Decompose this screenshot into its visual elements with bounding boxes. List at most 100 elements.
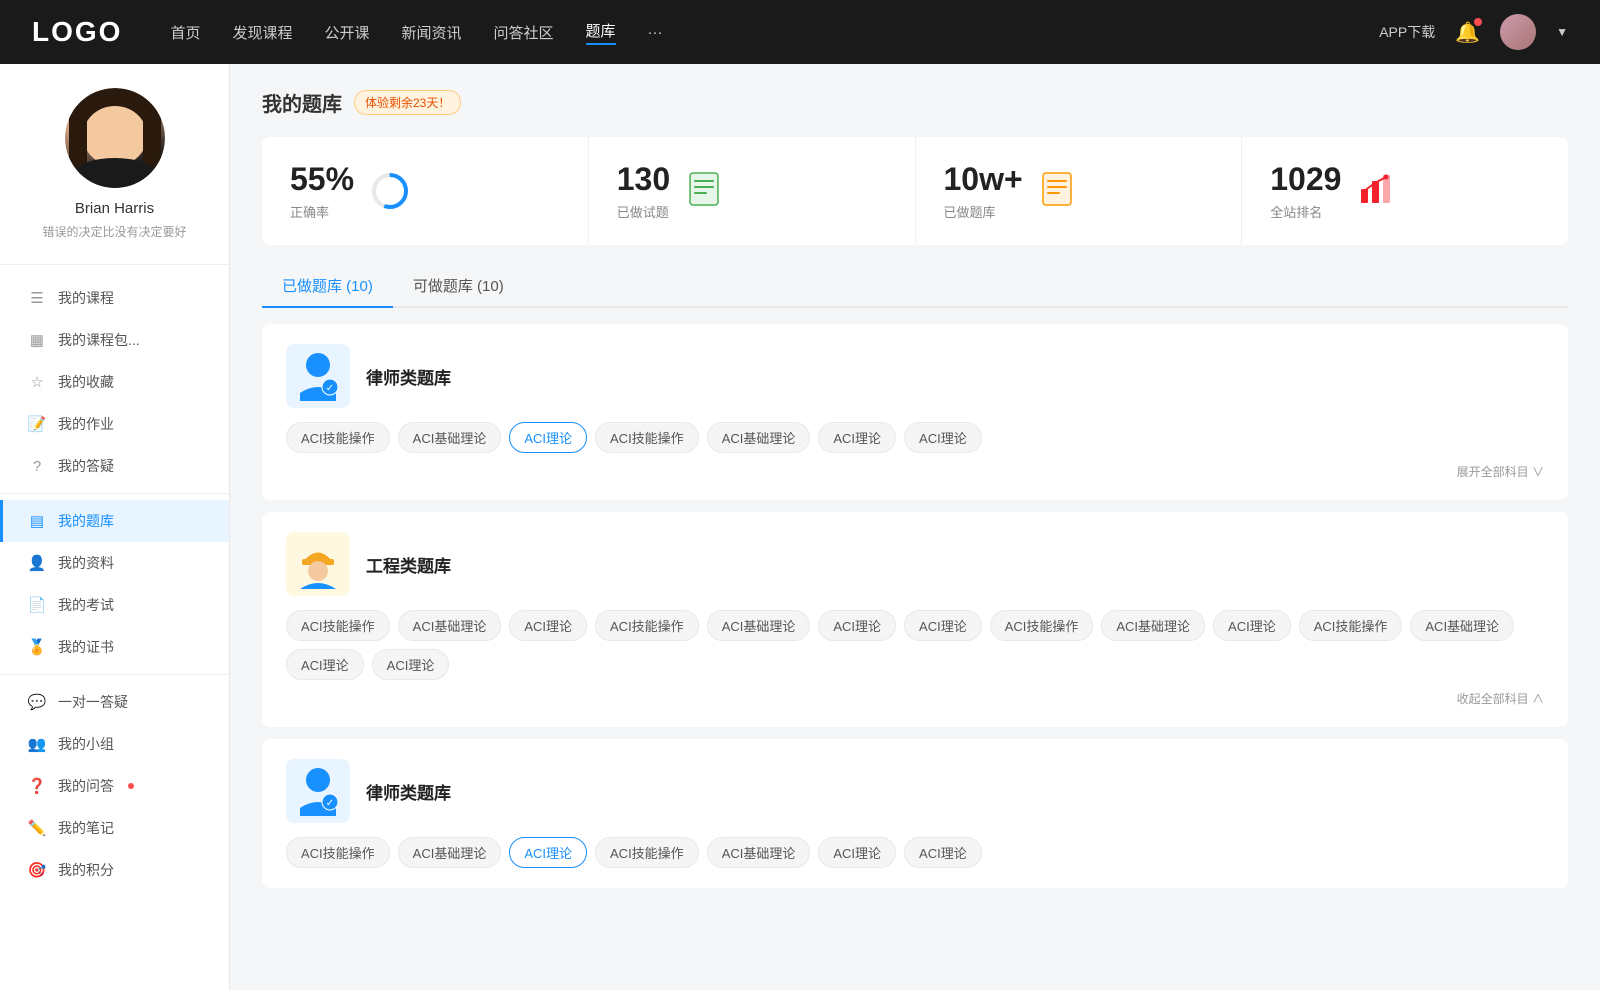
- bank-card-1: ✓ 律师类题库 ACI技能操作 ACI基础理论 ACI理论 ACI技能操作 AC…: [262, 324, 1568, 500]
- bank-icon-engineer: [286, 532, 350, 596]
- bank-header-3: ✓ 律师类题库: [286, 759, 1544, 823]
- user-menu-chevron[interactable]: ▼: [1556, 25, 1568, 39]
- bank-tag[interactable]: ACI理论: [509, 837, 587, 868]
- sidebar-item-exams[interactable]: 📄 我的考试: [0, 584, 229, 626]
- sidebar: Brian Harris 错误的决定比没有决定要好 ☰ 我的课程 ▦ 我的课程包…: [0, 64, 230, 990]
- one-on-one-icon: 💬: [28, 693, 46, 711]
- stat-banks-done: 10w+ 已做题库: [916, 137, 1243, 245]
- nav-open-course[interactable]: 公开课: [324, 22, 369, 43]
- bank-tag[interactable]: ACI理论: [286, 649, 364, 680]
- stat-rank: 1029 全站排名: [1242, 137, 1568, 245]
- app-download-button[interactable]: APP下载: [1379, 22, 1435, 42]
- menu-divider-2: [0, 674, 229, 675]
- bank-tabs: 已做题库 (10) 可做题库 (10): [262, 265, 1568, 308]
- bank-tag[interactable]: ACI基础理论: [1101, 610, 1205, 641]
- bank-tag[interactable]: ACI技能操作: [286, 610, 390, 641]
- bank-card-3: ✓ 律师类题库 ACI技能操作 ACI基础理论 ACI理论 ACI技能操作 AC…: [262, 739, 1568, 888]
- bank-tag[interactable]: ACI基础理论: [398, 422, 502, 453]
- questions-done-icon: [686, 171, 726, 211]
- sidebar-item-qa[interactable]: ? 我的答疑: [0, 445, 229, 487]
- stats-row: 55% 正确率 130 已做试题: [262, 137, 1568, 245]
- sidebar-item-course-packages[interactable]: ▦ 我的课程包...: [0, 319, 229, 361]
- sidebar-item-homework[interactable]: 📝 我的作业: [0, 403, 229, 445]
- notification-dot: [1474, 18, 1482, 26]
- bank-tag[interactable]: ACI技能操作: [595, 610, 699, 641]
- nav-more[interactable]: ···: [648, 24, 663, 41]
- bank-title-3: 律师类题库: [366, 779, 451, 804]
- bank-tag[interactable]: ACI基础理论: [1410, 610, 1514, 641]
- bank-tag[interactable]: ACI理论: [904, 610, 982, 641]
- bank-tag[interactable]: ACI理论: [1213, 610, 1291, 641]
- stat-banks-value: 10w+: [944, 161, 1023, 198]
- logo[interactable]: LOGO: [32, 16, 122, 48]
- nav-qa[interactable]: 问答社区: [494, 22, 554, 43]
- bank-footer-2: 收起全部科目 ∧: [286, 690, 1544, 707]
- bank-tag[interactable]: ACI理论: [509, 422, 587, 453]
- sidebar-item-favorites[interactable]: ☆ 我的收藏: [0, 361, 229, 403]
- bank-tag[interactable]: ACI基础理论: [707, 422, 811, 453]
- sidebar-item-points[interactable]: 🎯 我的积分: [0, 849, 229, 891]
- sidebar-item-certificates[interactable]: 🏅 我的证书: [0, 626, 229, 668]
- bank-tag[interactable]: ACI理论: [509, 610, 587, 641]
- bank-header-1: ✓ 律师类题库: [286, 344, 1544, 408]
- stat-rank-label: 全站排名: [1270, 202, 1341, 221]
- nav-discover[interactable]: 发现课程: [232, 22, 292, 43]
- notification-bell[interactable]: 🔔: [1455, 20, 1480, 45]
- main-layout: Brian Harris 错误的决定比没有决定要好 ☰ 我的课程 ▦ 我的课程包…: [0, 64, 1600, 990]
- notes-icon: ✏️: [28, 819, 46, 837]
- bank-collapse-2[interactable]: 收起全部科目 ∧: [1457, 690, 1544, 707]
- sidebar-item-question-bank[interactable]: ▤ 我的题库: [0, 500, 229, 542]
- sidebar-item-profile[interactable]: 👤 我的资料: [0, 542, 229, 584]
- bank-tag[interactable]: ACI基础理论: [398, 610, 502, 641]
- sidebar-username: Brian Harris: [20, 200, 209, 217]
- sidebar-item-one-on-one[interactable]: 💬 一对一答疑: [0, 681, 229, 723]
- sidebar-motto: 错误的决定比没有决定要好: [20, 223, 209, 240]
- sidebar-item-group[interactable]: 👥 我的小组: [0, 723, 229, 765]
- bank-tag[interactable]: ACI技能操作: [286, 837, 390, 868]
- sidebar-item-courses[interactable]: ☰ 我的课程: [0, 277, 229, 319]
- bank-tag[interactable]: ACI理论: [818, 837, 896, 868]
- bank-tag[interactable]: ACI理论: [904, 422, 982, 453]
- main-content: 我的题库 体验剩余23天！ 55% 正确率: [230, 64, 1600, 990]
- bank-tag[interactable]: ACI基础理论: [707, 610, 811, 641]
- user-avatar[interactable]: [1500, 14, 1536, 50]
- nav-question-bank[interactable]: 题库: [586, 20, 616, 45]
- bank-title-2: 工程类题库: [366, 552, 451, 577]
- tab-available-banks[interactable]: 可做题库 (10): [393, 265, 524, 308]
- sidebar-item-my-questions[interactable]: ❓ 我的问答: [0, 765, 229, 807]
- bank-tag[interactable]: ACI理论: [818, 422, 896, 453]
- bank-card-2: 工程类题库 ACI技能操作 ACI基础理论 ACI理论 ACI技能操作 ACI基…: [262, 512, 1568, 727]
- bank-tags-3: ACI技能操作 ACI基础理论 ACI理论 ACI技能操作 ACI基础理论 AC…: [286, 837, 1544, 868]
- rank-icon: [1357, 171, 1397, 211]
- accuracy-chart-icon: [370, 171, 410, 211]
- bank-icon-lawyer-2: ✓: [286, 759, 350, 823]
- nav-news[interactable]: 新闻资讯: [402, 22, 462, 43]
- bank-tag[interactable]: ACI技能操作: [595, 422, 699, 453]
- avatar: [65, 88, 165, 188]
- sidebar-profile: Brian Harris 错误的决定比没有决定要好: [0, 88, 229, 265]
- stat-accuracy-label: 正确率: [290, 202, 354, 221]
- bank-expand-1[interactable]: 展开全部科目 ∨: [1457, 463, 1544, 480]
- bank-tag[interactable]: ACI理论: [818, 610, 896, 641]
- bank-tag[interactable]: ACI理论: [372, 649, 450, 680]
- favorites-icon: ☆: [28, 373, 46, 391]
- bank-tag[interactable]: ACI技能操作: [1299, 610, 1403, 641]
- bank-tags-1: ACI技能操作 ACI基础理论 ACI理论 ACI技能操作 ACI基础理论 AC…: [286, 422, 1544, 453]
- my-questions-icon: ❓: [28, 777, 46, 795]
- exams-icon: 📄: [28, 596, 46, 614]
- tab-done-banks[interactable]: 已做题库 (10): [262, 265, 393, 308]
- bank-tag[interactable]: ACI基础理论: [707, 837, 811, 868]
- stat-rank-value: 1029: [1270, 161, 1341, 198]
- navbar-right: APP下载 🔔 ▼: [1379, 14, 1568, 50]
- bank-tag[interactable]: ACI基础理论: [398, 837, 502, 868]
- sidebar-item-notes[interactable]: ✏️ 我的笔记: [0, 807, 229, 849]
- stat-accuracy: 55% 正确率: [262, 137, 589, 245]
- profile-icon: 👤: [28, 554, 46, 572]
- bank-header-2: 工程类题库: [286, 532, 1544, 596]
- bank-tag[interactable]: ACI技能操作: [990, 610, 1094, 641]
- bank-tag[interactable]: ACI技能操作: [595, 837, 699, 868]
- bank-tag[interactable]: ACI技能操作: [286, 422, 390, 453]
- course-packages-icon: ▦: [28, 331, 46, 349]
- nav-home[interactable]: 首页: [170, 22, 200, 43]
- bank-tag[interactable]: ACI理论: [904, 837, 982, 868]
